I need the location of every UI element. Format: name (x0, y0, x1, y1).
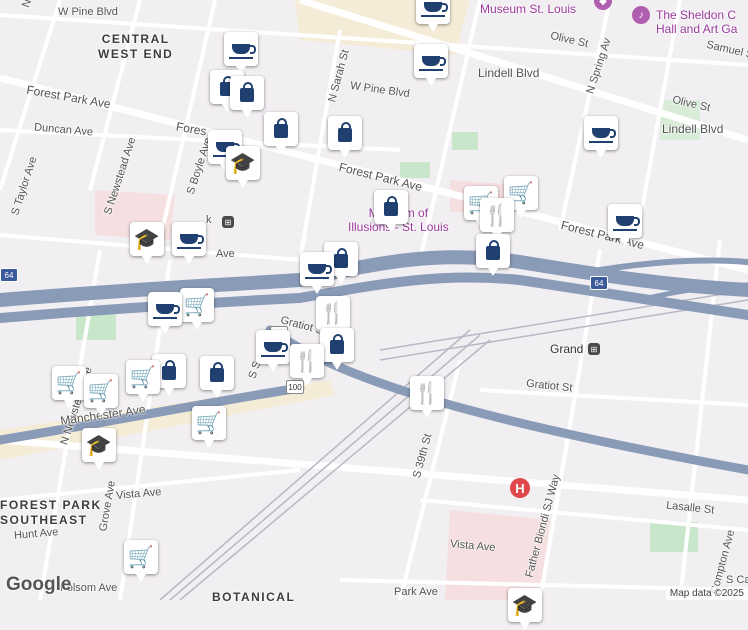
street-label: Lindell Blvd (478, 66, 540, 80)
poi-label[interactable]: Museum St. Louis (480, 2, 576, 16)
school-marker[interactable]: 🎓 (130, 222, 164, 264)
cafe-icon (261, 342, 288, 357)
cafe-marker[interactable] (416, 0, 450, 32)
fork-knife-icon: 🍴 (413, 381, 441, 405)
interstate-shield: 64 (0, 268, 18, 282)
cafe-marker[interactable] (608, 204, 642, 246)
shopping-marker[interactable] (264, 112, 298, 154)
shopping-bag-icon (274, 118, 288, 138)
cafe-marker[interactable] (256, 330, 290, 372)
shopping-bag-icon (330, 334, 344, 354)
grocery-marker[interactable]: 🛒 (180, 288, 214, 330)
shopping-marker[interactable] (320, 328, 354, 370)
cafe-marker[interactable] (584, 116, 618, 158)
graduation-cap-icon: 🎓 (133, 227, 161, 251)
map-data-attribution[interactable]: Map data ©2025 (665, 587, 748, 600)
school-marker[interactable]: 🎓 (508, 588, 542, 630)
cafe-icon (229, 44, 256, 59)
street-label: Lindell Blvd (662, 122, 724, 136)
shopping-marker[interactable] (328, 116, 362, 158)
shopping-marker[interactable] (200, 356, 234, 398)
restaurant-marker[interactable]: 🍴 (316, 296, 350, 338)
restaurant-marker[interactable]: 🍴 (410, 376, 444, 418)
street-label: W Pine Blvd (58, 6, 118, 18)
fork-knife-icon: 🍴 (319, 301, 347, 325)
cafe-marker[interactable] (414, 44, 448, 86)
cafe-marker[interactable] (300, 252, 334, 294)
shopping-cart-icon: 🛒 (55, 371, 83, 395)
restaurant-marker[interactable]: 🍴 (290, 344, 324, 386)
shopping-bag-icon (210, 362, 224, 382)
street-label: S Ca (726, 574, 748, 586)
interstate-shield: 64 (590, 276, 608, 290)
cafe-marker[interactable] (148, 292, 182, 334)
shopping-marker[interactable] (230, 76, 264, 118)
shopping-cart-icon: 🛒 (87, 379, 115, 403)
school-marker[interactable]: 🎓 (82, 428, 116, 470)
cafe-icon (305, 264, 332, 279)
poi-label[interactable]: The Sheldon C Hall and Art Ga (656, 8, 737, 36)
grocery-marker[interactable]: 🛒 (52, 366, 86, 408)
district-label: CENTRAL WEST END (98, 32, 174, 61)
shopping-bag-icon (334, 248, 348, 268)
cafe-icon (613, 216, 640, 231)
shopping-cart-icon: 🛒 (195, 411, 223, 435)
cafe-marker[interactable] (224, 32, 258, 74)
fork-knife-icon: 🍴 (483, 203, 511, 227)
shopping-bag-icon (338, 122, 352, 142)
shopping-cart-icon: 🛒 (183, 293, 211, 317)
cafe-icon (153, 304, 180, 319)
park-area (452, 132, 478, 150)
station-label[interactable]: Grand (550, 342, 583, 356)
cafe-icon (177, 234, 204, 249)
fork-knife-icon: 🍴 (293, 349, 321, 373)
theater-icon[interactable]: ♪ (632, 6, 650, 24)
district-label: BOTANICAL (212, 590, 296, 604)
google-logo: Google (6, 574, 72, 595)
grocery-marker[interactable]: 🛒 (126, 360, 160, 402)
school-marker[interactable]: 🎓 (226, 146, 260, 188)
graduation-cap-icon: 🎓 (229, 151, 257, 175)
street-label: Park Ave (394, 586, 438, 598)
graduation-cap-icon: 🎓 (85, 433, 113, 457)
shopping-marker[interactable] (476, 234, 510, 276)
street-label: k (206, 214, 212, 226)
shopping-bag-icon (162, 360, 176, 380)
graduation-cap-icon: 🎓 (511, 593, 539, 617)
shopping-bag-icon (384, 196, 398, 216)
cafe-marker[interactable] (172, 222, 206, 264)
shopping-cart-icon: 🛒 (129, 365, 157, 389)
shopping-cart-icon: 🛒 (127, 545, 155, 569)
grocery-marker[interactable]: 🛒 (124, 540, 158, 582)
shopping-bag-icon (240, 82, 254, 102)
transit-station-icon[interactable]: ⊞ (588, 343, 600, 355)
restaurant-marker[interactable]: 🍴 (480, 198, 514, 240)
street-label: Ave (216, 248, 235, 260)
transit-station-icon[interactable]: ⊞ (222, 216, 234, 228)
grocery-marker[interactable]: 🛒 (192, 406, 226, 448)
grocery-marker[interactable]: 🛒 (84, 374, 118, 416)
cafe-icon (421, 2, 448, 17)
shopping-marker[interactable] (374, 190, 408, 232)
cafe-icon (419, 56, 446, 71)
hospital-icon[interactable]: H (510, 478, 530, 498)
district-label: FOREST PARK SOUTHEAST (0, 498, 102, 527)
cafe-icon (589, 128, 616, 143)
shopping-bag-icon (486, 240, 500, 260)
